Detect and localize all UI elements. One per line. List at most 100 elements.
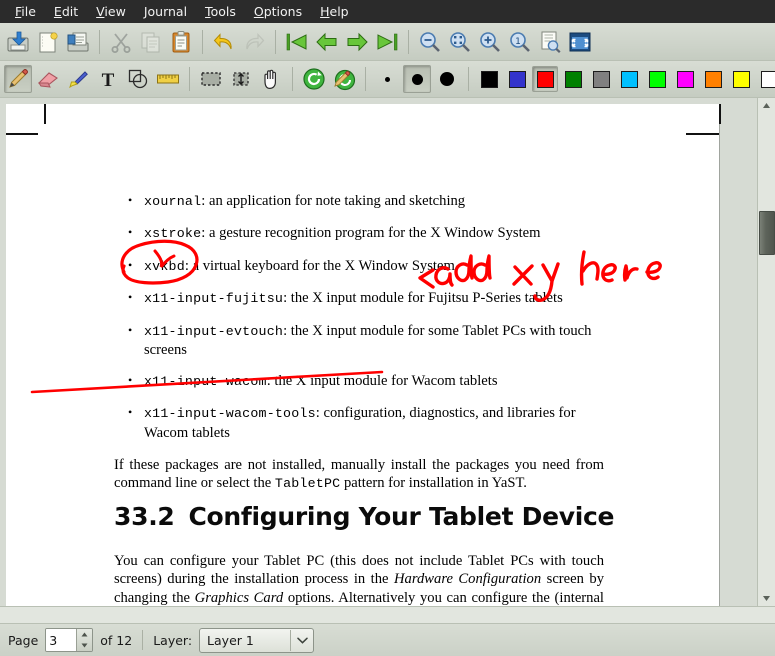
undo-button[interactable] xyxy=(210,28,238,56)
ruler-tool[interactable] xyxy=(154,65,182,93)
page-width-icon xyxy=(541,31,561,53)
redo-button[interactable] xyxy=(240,28,268,56)
scroll-down-button[interactable] xyxy=(758,591,775,606)
eraser-tool[interactable] xyxy=(34,65,62,93)
color-white[interactable] xyxy=(756,66,775,92)
page-number-spinner[interactable] xyxy=(45,628,94,652)
color-cyan[interactable] xyxy=(616,66,642,92)
xournal-window: FFileile Edit View Journal Tools Options… xyxy=(0,0,775,656)
first-page-button[interactable] xyxy=(283,28,311,56)
layer-select[interactable]: Layer 1 xyxy=(199,627,315,653)
horizontal-scrollbar[interactable] xyxy=(0,606,775,623)
color-green-dark[interactable] xyxy=(560,66,586,92)
vertical-space-tool[interactable] xyxy=(227,65,255,93)
spinner-down-icon xyxy=(81,643,88,648)
toolbar-separator xyxy=(202,29,203,54)
default-tool-button[interactable] xyxy=(330,65,358,93)
chevron-up-icon xyxy=(763,103,770,108)
menu-edit[interactable]: Edit xyxy=(45,2,87,22)
pen-tool[interactable] xyxy=(4,65,32,93)
highlighter-tool[interactable] xyxy=(64,65,92,93)
list-item: x11-input-wacom: the X input module for … xyxy=(114,371,614,392)
spinner-buttons[interactable] xyxy=(76,629,93,651)
hand-tool[interactable] xyxy=(257,65,285,93)
copy-icon xyxy=(141,32,160,52)
crop-mark-top-right-v xyxy=(719,104,721,124)
toolbar-separator xyxy=(468,67,469,91)
paragraph-text: pattern for installation in YaST. xyxy=(340,475,527,492)
package-desc: : the X input module for Wacom tablets xyxy=(266,372,498,389)
color-swatch xyxy=(592,70,610,88)
page-number-input[interactable] xyxy=(46,629,77,651)
save-button[interactable] xyxy=(4,28,32,56)
color-blue[interactable] xyxy=(504,66,530,92)
heading-number: 33.2 xyxy=(114,502,175,531)
fullscreen-button[interactable] xyxy=(566,28,594,56)
thick-width[interactable] xyxy=(433,65,461,93)
text-tool[interactable]: T xyxy=(94,65,122,93)
save-icon xyxy=(7,31,29,51)
package-name: x11-input-wacom-tools xyxy=(144,406,316,421)
color-orange[interactable] xyxy=(700,66,726,92)
zoom-in-button[interactable] xyxy=(476,28,504,56)
medium-width[interactable] xyxy=(403,65,431,93)
menu-file[interactable]: FFileile xyxy=(6,2,45,22)
menu-journal[interactable]: Journal xyxy=(135,2,196,22)
color-swatch xyxy=(620,70,638,88)
green-refresh-icon xyxy=(303,68,325,90)
last-page-icon xyxy=(377,33,398,50)
package-name: x11-input-wacom xyxy=(144,373,267,389)
color-yellow[interactable] xyxy=(728,66,754,92)
next-page-button[interactable] xyxy=(343,28,371,56)
tools-toolbar: T xyxy=(0,61,775,98)
open-button[interactable] xyxy=(64,28,92,56)
scroll-up-button[interactable] xyxy=(758,98,775,113)
last-page-button[interactable] xyxy=(373,28,401,56)
toolbar-separator xyxy=(189,67,190,91)
thin-width-dot xyxy=(384,76,390,82)
toolbar-separator xyxy=(365,67,366,91)
zoom-out-button[interactable] xyxy=(416,28,444,56)
package-name: xournal xyxy=(144,194,202,209)
paste-button[interactable] xyxy=(167,28,195,56)
shape-recognizer-tool[interactable] xyxy=(124,65,152,93)
list-item: x11-input-evtouch: the X input module fo… xyxy=(114,321,614,360)
copy-button[interactable] xyxy=(137,28,165,56)
menu-view[interactable]: View xyxy=(87,2,135,22)
document-canvas[interactable]: xournal: an application for note taking … xyxy=(0,98,757,606)
color-red[interactable] xyxy=(532,66,558,92)
select-rectangle-tool[interactable] xyxy=(197,65,225,93)
spinner-up-icon xyxy=(81,632,88,637)
color-gray[interactable] xyxy=(588,66,614,92)
scissors-icon xyxy=(111,32,131,53)
vertical-space-icon xyxy=(233,72,249,86)
scrollbar-thumb[interactable] xyxy=(759,211,775,255)
paragraph-configure: You can configure your Tablet PC (this d… xyxy=(114,552,604,606)
zoom-fit-icon xyxy=(450,31,470,52)
previous-page-button[interactable] xyxy=(313,28,341,56)
cut-button[interactable] xyxy=(107,28,135,56)
menu-options[interactable]: Options xyxy=(245,2,311,22)
vertical-scrollbar[interactable] xyxy=(757,98,775,606)
zoom-100-button[interactable]: 1 xyxy=(506,28,534,56)
color-magenta[interactable] xyxy=(672,66,698,92)
thin-width[interactable] xyxy=(373,65,401,93)
menu-help[interactable]: Help xyxy=(311,2,358,22)
previous-page-icon xyxy=(316,32,337,51)
page-width-button[interactable] xyxy=(536,28,564,56)
emphasis-text: Hardware Configuration xyxy=(394,571,542,588)
color-green[interactable] xyxy=(644,66,670,92)
page-count-label: of 12 xyxy=(100,632,133,648)
menu-tools[interactable]: Tools xyxy=(196,2,245,22)
chevron-down-icon[interactable] xyxy=(290,629,313,651)
color-black[interactable] xyxy=(476,66,502,92)
default-pen-button[interactable] xyxy=(300,65,328,93)
shapes-icon xyxy=(128,69,148,89)
green-pencil-refresh-icon xyxy=(334,69,356,91)
package-desc: : a gesture recognition program for the … xyxy=(201,225,541,241)
status-separator xyxy=(142,630,144,650)
zoom-fit-button[interactable] xyxy=(446,28,474,56)
scrollbar-track[interactable] xyxy=(758,113,775,591)
list-item: xstroke: a gesture recognition program f… xyxy=(114,223,614,244)
new-button[interactable] xyxy=(34,28,62,56)
